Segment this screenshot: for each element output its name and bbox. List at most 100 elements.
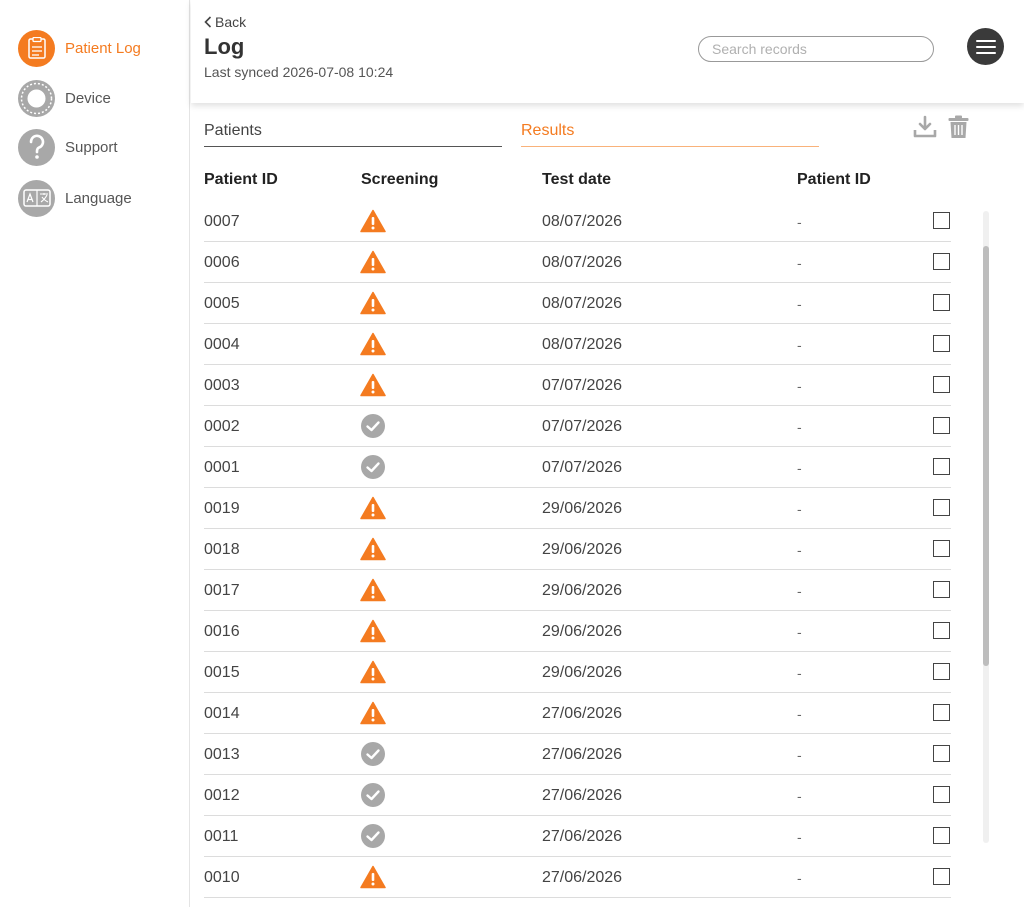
sidebar-item-patient-log[interactable]: Patient Log: [18, 29, 141, 67]
test-date-cell: 27/06/2026: [542, 705, 623, 722]
test-date-cell: 08/07/2026: [542, 295, 623, 312]
scrollbar-thumb[interactable]: [983, 246, 989, 666]
results-table: 0007 08/07/2026 - 0006 08/07/2026 - 0005 08/07/…: [0, 201, 1024, 898]
table-row[interactable]: 0018 29/06/2026 -: [0, 529, 1024, 570]
table-row[interactable]: 0007 08/07/2026 -: [0, 201, 1024, 242]
patient-id-2-cell: -: [797, 583, 802, 599]
row-checkbox[interactable]: [933, 868, 950, 885]
patient-id-2-cell: -: [797, 337, 802, 353]
patient-id-cell: 0014: [204, 705, 240, 722]
table-row[interactable]: 0005 08/07/2026 -: [0, 283, 1024, 324]
patient-id-cell: 0001: [204, 459, 240, 476]
test-date-cell: 27/06/2026: [542, 869, 623, 886]
check-circle-icon: [360, 455, 386, 479]
table-row[interactable]: 0011 27/06/2026 -: [0, 816, 1024, 857]
patient-id-cell: 0005: [204, 295, 240, 312]
row-checkbox[interactable]: [933, 745, 950, 762]
table-row[interactable]: 0019 29/06/2026 -: [0, 488, 1024, 529]
row-checkbox[interactable]: [933, 335, 950, 352]
test-date-cell: 08/07/2026: [542, 254, 623, 271]
table-row[interactable]: 0015 29/06/2026 -: [0, 652, 1024, 693]
row-checkbox[interactable]: [933, 540, 950, 557]
patient-id-2-cell: -: [797, 501, 802, 517]
table-row[interactable]: 0001 07/07/2026 -: [0, 447, 1024, 488]
sidebar-item-support[interactable]: Support: [18, 128, 118, 166]
patient-id-2-cell: -: [797, 378, 802, 394]
test-date-cell: 27/06/2026: [542, 787, 623, 804]
table-row[interactable]: 0010 27/06/2026 -: [0, 857, 1024, 898]
back-button[interactable]: Back: [204, 14, 246, 30]
patient-id-2-cell: -: [797, 419, 802, 435]
row-checkbox[interactable]: [933, 417, 950, 434]
test-date-cell: 27/06/2026: [542, 746, 623, 763]
patient-id-cell: 0004: [204, 336, 240, 353]
device-icon: [18, 79, 55, 117]
patient-id-2-cell: -: [797, 788, 802, 804]
patient-id-2-cell: -: [797, 747, 802, 763]
clipboard-icon: [18, 29, 55, 67]
row-checkbox[interactable]: [933, 376, 950, 393]
search-input[interactable]: [698, 36, 934, 62]
warning-icon: [360, 578, 386, 602]
download-button[interactable]: [913, 115, 937, 144]
row-checkbox[interactable]: [933, 499, 950, 516]
patient-id-2-cell: -: [797, 665, 802, 681]
patient-id-cell: 0018: [204, 541, 240, 558]
warning-icon: [360, 291, 386, 315]
check-circle-icon: [360, 414, 386, 438]
patient-id-2-cell: -: [797, 829, 802, 845]
tab-patients[interactable]: Patients: [204, 122, 502, 147]
test-date-cell: 29/06/2026: [542, 582, 623, 599]
warning-icon: [360, 250, 386, 274]
patient-id-cell: 0015: [204, 664, 240, 681]
row-checkbox[interactable]: [933, 253, 950, 270]
column-header-patient-id-2: Patient ID: [797, 171, 871, 188]
table-row[interactable]: 0002 07/07/2026 -: [0, 406, 1024, 447]
patient-id-cell: 0003: [204, 377, 240, 394]
check-circle-icon: [360, 783, 386, 807]
table-row[interactable]: 0004 08/07/2026 -: [0, 324, 1024, 365]
tab-results[interactable]: Results: [521, 122, 819, 147]
delete-button[interactable]: [948, 115, 969, 144]
table-row[interactable]: 0006 08/07/2026 -: [0, 242, 1024, 283]
column-header-test-date: Test date: [542, 171, 612, 188]
table-row[interactable]: 0012 27/06/2026 -: [0, 775, 1024, 816]
test-date-cell: 08/07/2026: [542, 336, 623, 353]
row-checkbox[interactable]: [933, 786, 950, 803]
table-row[interactable]: 0013 27/06/2026 -: [0, 734, 1024, 775]
patient-id-2-cell: -: [797, 214, 802, 230]
patient-id-2-cell: -: [797, 542, 802, 558]
patient-id-cell: 0007: [204, 213, 240, 230]
row-checkbox[interactable]: [933, 622, 950, 639]
warning-icon: [360, 496, 386, 520]
warning-icon: [360, 865, 386, 889]
table-row[interactable]: 0014 27/06/2026 -: [0, 693, 1024, 734]
row-checkbox[interactable]: [933, 704, 950, 721]
menu-button[interactable]: [967, 28, 1004, 65]
patient-id-2-cell: -: [797, 296, 802, 312]
warning-icon: [360, 619, 386, 643]
last-synced-text: Last synced 2026-07-08 10:24: [204, 64, 394, 80]
question-icon: [18, 128, 55, 166]
row-checkbox[interactable]: [933, 827, 950, 844]
table-row[interactable]: 0017 29/06/2026 -: [0, 570, 1024, 611]
check-circle-icon: [360, 824, 386, 848]
sidebar-item-label: Device: [65, 89, 111, 107]
test-date-cell: 29/06/2026: [542, 664, 623, 681]
warning-icon: [360, 537, 386, 561]
row-checkbox[interactable]: [933, 294, 950, 311]
row-checkbox[interactable]: [933, 663, 950, 680]
patient-id-cell: 0010: [204, 869, 240, 886]
back-label: Back: [215, 14, 247, 30]
patient-id-2-cell: -: [797, 624, 802, 640]
table-row[interactable]: 0003 07/07/2026 -: [0, 365, 1024, 406]
row-checkbox[interactable]: [933, 458, 950, 475]
row-checkbox[interactable]: [933, 212, 950, 229]
row-checkbox[interactable]: [933, 581, 950, 598]
test-date-cell: 07/07/2026: [542, 459, 623, 476]
scrollbar[interactable]: [983, 211, 989, 843]
sidebar-item-device[interactable]: Device: [18, 79, 111, 117]
table-row[interactable]: 0016 29/06/2026 -: [0, 611, 1024, 652]
patient-id-2-cell: -: [797, 706, 802, 722]
patient-id-cell: 0012: [204, 787, 240, 804]
